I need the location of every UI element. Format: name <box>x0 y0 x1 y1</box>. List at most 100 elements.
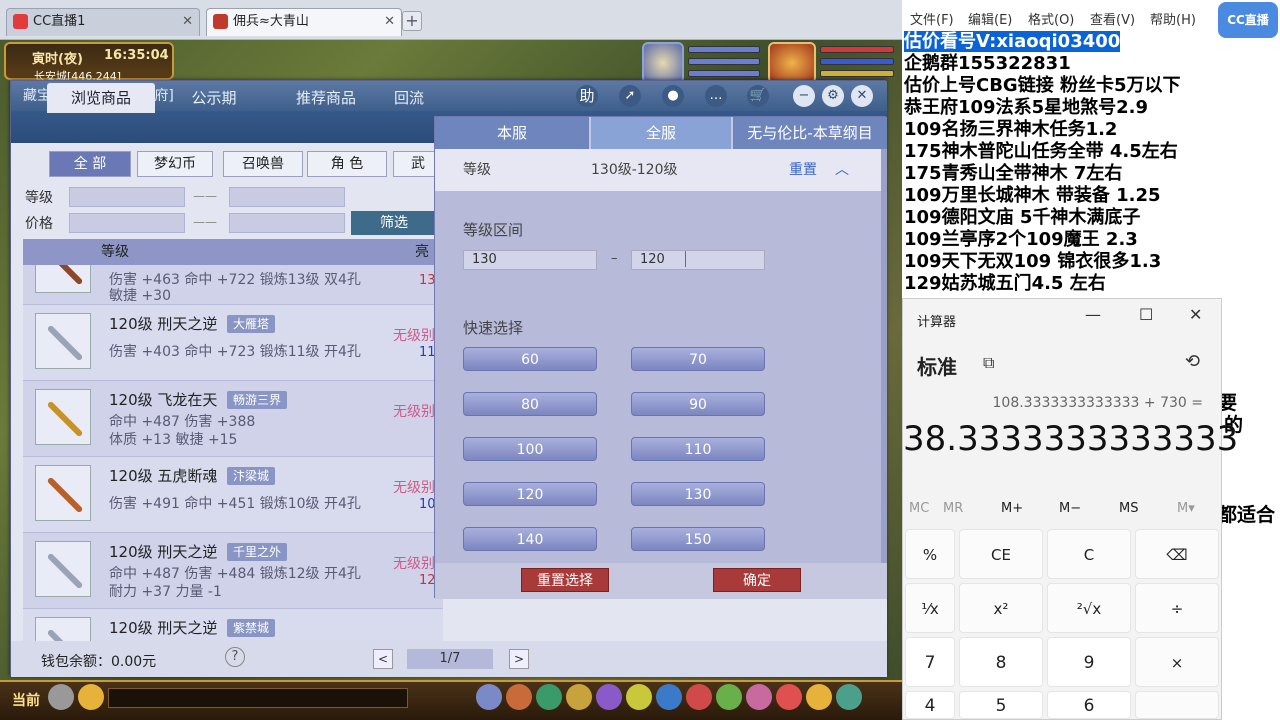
attack-icon[interactable] <box>476 684 502 710</box>
key-ce[interactable]: CE <box>959 529 1043 579</box>
share-icon[interactable]: ➚ <box>619 85 641 107</box>
quick-level-60[interactable]: 60 <box>463 347 597 371</box>
next-page-button[interactable]: > <box>509 649 529 669</box>
key-c[interactable]: C <box>1047 529 1131 579</box>
maximize-icon[interactable]: ☐ <box>1139 305 1153 324</box>
table-row[interactable]: 120级 刑天之逆 大雁塔 伤害 +403 命中 +723 锻炼11级 开4孔 … <box>23 305 443 381</box>
note-line-selected[interactable]: 估价看号V:xiaoqi03400 <box>904 31 1121 52</box>
key-percent[interactable]: % <box>905 529 955 579</box>
tab-recommend[interactable]: 推荐商品 <box>273 83 379 113</box>
level-from-input[interactable]: 130 <box>463 250 597 270</box>
chevron-up-icon[interactable]: ︿ <box>835 149 849 191</box>
pet-icon[interactable] <box>626 684 652 710</box>
browser-tab-cc[interactable]: CC直播1 ✕ <box>6 8 200 36</box>
gang-icon[interactable] <box>686 684 712 710</box>
help-icon[interactable]: 助 <box>576 85 598 107</box>
minimize-icon[interactable]: — <box>1085 305 1101 324</box>
note-line[interactable]: 109天下无双109 锦衣很多1.3 <box>904 251 1161 273</box>
record-icon[interactable] <box>776 684 802 710</box>
quick-level-130[interactable]: 130 <box>631 482 765 506</box>
tab-this-server[interactable]: 本服 <box>435 117 589 149</box>
task-icon[interactable] <box>656 684 682 710</box>
chat-channel[interactable]: 当前 <box>12 690 40 710</box>
mem-store[interactable]: MS <box>1119 501 1138 516</box>
quick-level-150[interactable]: 150 <box>631 527 765 551</box>
menu-file[interactable]: 文件(F) <box>910 9 954 28</box>
popup-scrollbar[interactable] <box>881 149 887 563</box>
menu-view[interactable]: 查看(V) <box>1090 9 1135 28</box>
level-max-input[interactable] <box>229 187 345 207</box>
quick-level-100[interactable]: 100 <box>463 437 597 461</box>
bag-icon[interactable] <box>506 684 532 710</box>
help-button[interactable]: ? <box>225 647 245 667</box>
quick-level-110[interactable]: 110 <box>631 437 765 461</box>
pet-avatar[interactable] <box>642 42 684 84</box>
mem-clear[interactable]: MC <box>909 501 929 516</box>
mem-list[interactable]: M▾ <box>1177 501 1195 516</box>
filter-button[interactable]: 筛选 <box>351 211 437 235</box>
system-icon[interactable] <box>836 684 862 710</box>
note-line[interactable]: 109德阳文庙 5千神木满底子 <box>904 207 1140 229</box>
friend-icon[interactable] <box>746 684 772 710</box>
close-icon[interactable]: ✕ <box>182 9 193 35</box>
key-7[interactable]: 7 <box>905 637 955 687</box>
table-row[interactable]: 120级 飞龙在天 畅游三界 命中 +487 伤害 +388 体质 +13 敏捷… <box>23 381 443 457</box>
note-line[interactable]: 175神木普陀山任务全带 4.5左右 <box>904 141 1178 163</box>
key-reciprocal[interactable]: ¹⁄x <box>905 583 955 633</box>
emoji-icon[interactable] <box>78 684 104 710</box>
note-line[interactable]: 129姑苏城五门4.5 左右 <box>904 273 1106 295</box>
chat-icon[interactable]: … <box>705 85 727 107</box>
key-sqrt[interactable]: ²√x <box>1047 583 1131 633</box>
microphone-icon[interactable] <box>48 684 74 710</box>
history-icon[interactable]: ⟲ <box>1185 351 1200 372</box>
key-6[interactable]: 6 <box>1047 691 1131 719</box>
tab-server-other[interactable]: 无与伦比-本草纲目 <box>733 117 887 149</box>
tab-all-servers[interactable]: 全服 <box>591 117 731 149</box>
price-max-input[interactable] <box>229 213 345 233</box>
key-4[interactable]: 4 <box>905 691 955 719</box>
note-line[interactable]: 175青秀山全带神木 7左右 <box>904 163 1122 185</box>
key-multiply[interactable]: × <box>1135 637 1219 687</box>
quick-level-140[interactable]: 140 <box>463 527 597 551</box>
key-8[interactable]: 8 <box>959 637 1043 687</box>
menu-edit[interactable]: 编辑(E) <box>968 9 1012 28</box>
note-line[interactable]: 估价上号CBG链接 粉丝卡5万以下 <box>904 75 1181 97</box>
quick-level-80[interactable]: 80 <box>463 392 597 416</box>
key-subtract[interactable] <box>1135 691 1219 719</box>
note-line[interactable]: 109兰亭序2个109魔王 2.3 <box>904 229 1138 251</box>
minimize-icon[interactable]: − <box>793 85 815 107</box>
trade-icon[interactable] <box>566 684 592 710</box>
mem-recall[interactable]: MR <box>943 501 963 516</box>
note-line[interactable]: 恭王府109法系5星地煞号2.9 <box>904 97 1148 119</box>
give-icon[interactable] <box>536 684 562 710</box>
note-line[interactable]: 109万里长城神木 带装备 1.25 <box>904 185 1161 207</box>
cart-icon[interactable]: 🛒 <box>747 85 769 107</box>
key-square[interactable]: x² <box>959 583 1043 633</box>
tab-publicity[interactable]: 公示期 <box>161 83 267 113</box>
keep-on-top-icon[interactable]: ⧉ <box>983 353 994 373</box>
level-min-input[interactable] <box>69 187 185 207</box>
new-tab-button[interactable]: + <box>402 11 422 31</box>
quick-level-120[interactable]: 120 <box>463 482 597 506</box>
category-roles[interactable]: 角 色 <box>307 151 387 177</box>
settings-icon[interactable]: ⚙ <box>822 85 844 107</box>
key-divide[interactable]: ÷ <box>1135 583 1219 633</box>
chat-input[interactable] <box>108 688 408 708</box>
confirm-button[interactable]: 确定 <box>713 568 801 592</box>
tab-browse[interactable]: 浏览商品 <box>47 83 155 113</box>
note-line[interactable]: 109名扬三界神木任务1.2 <box>904 119 1117 141</box>
browser-tab-game[interactable]: 佣兵≈大青山 ✕ <box>206 8 402 36</box>
quick-level-90[interactable]: 90 <box>631 392 765 416</box>
reset-selection-button[interactable]: 重置选择 <box>521 568 609 592</box>
table-row[interactable]: 120级 刑天之逆 紫禁城 <box>23 609 443 641</box>
mem-add[interactable]: M+ <box>1001 501 1023 516</box>
tab-return[interactable]: 回流 <box>383 83 435 113</box>
prev-page-button[interactable]: < <box>373 649 393 669</box>
team-icon[interactable] <box>596 684 622 710</box>
close-icon[interactable]: ✕ <box>1189 305 1202 324</box>
menu-format[interactable]: 格式(O) <box>1028 9 1074 28</box>
category-coins[interactable]: 梦幻币 <box>137 151 213 177</box>
menu-help[interactable]: 帮助(H) <box>1150 9 1196 28</box>
mem-subtract[interactable]: M− <box>1059 501 1081 516</box>
category-pets[interactable]: 召唤兽 <box>223 151 303 177</box>
